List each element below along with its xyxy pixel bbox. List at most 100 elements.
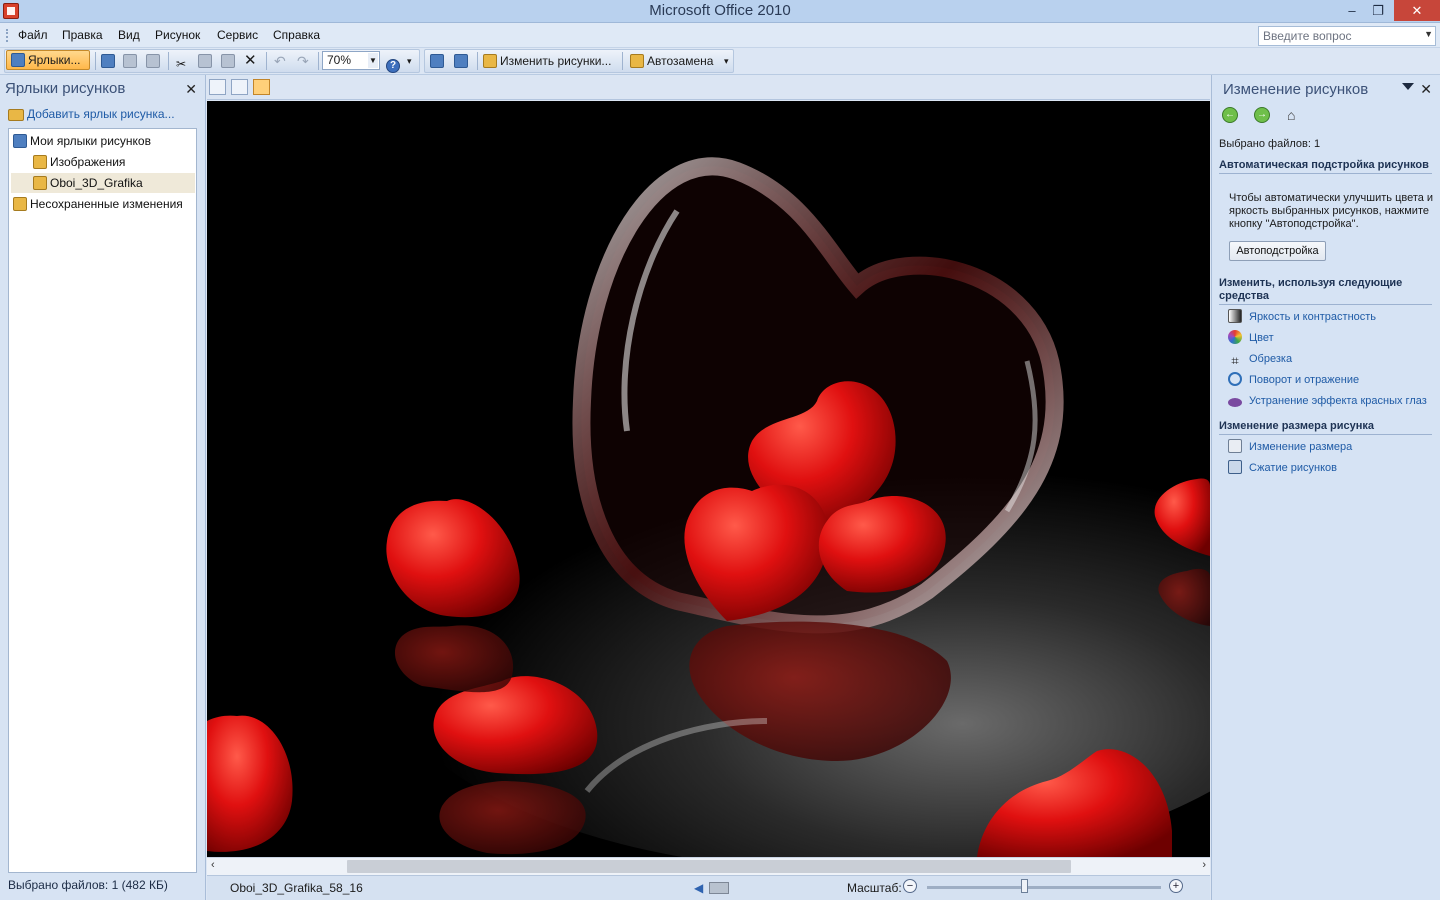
autocorrect-run-button[interactable]: Автоподстройка xyxy=(1229,241,1326,261)
tree-item-label: Мои ярлыки рисунков xyxy=(30,134,151,148)
paste-button[interactable] xyxy=(221,51,238,71)
rotate-flip-link[interactable]: Поворот и отражение xyxy=(1228,372,1359,388)
close-icon[interactable]: ✕ xyxy=(185,81,197,98)
zoom-out-icon[interactable]: − xyxy=(903,879,917,893)
picture-shortcuts-pane: Ярлыки рисунков ✕ Добавить ярлык рисунка… xyxy=(0,75,206,900)
question-input[interactable]: Введите вопрос ▼ xyxy=(1258,26,1436,46)
filmstrip-view-button[interactable] xyxy=(231,79,248,95)
question-placeholder: Введите вопрос xyxy=(1263,29,1352,43)
menu-bar: Файл Правка Вид Рисунок Сервис Справка xyxy=(0,23,1440,48)
mail-icon xyxy=(146,54,160,68)
horizontal-scrollbar[interactable]: ‹ › xyxy=(207,857,1210,875)
menu-view[interactable]: Вид xyxy=(118,28,140,42)
menu-help[interactable]: Справка xyxy=(273,28,320,42)
zoom-combo[interactable]: 70% ▼ xyxy=(322,51,380,70)
pane-title: Ярлыки рисунков xyxy=(5,80,126,97)
chevron-down-icon[interactable]: ▼ xyxy=(1424,29,1433,39)
paste-icon xyxy=(221,54,235,68)
crop-link[interactable]: ⌗ Обрезка xyxy=(1228,351,1292,368)
picture-canvas[interactable] xyxy=(207,101,1210,857)
toolbar-options-button[interactable]: ▾ xyxy=(407,51,412,71)
window-title: Microsoft Office 2010 xyxy=(649,2,791,19)
single-view-button[interactable] xyxy=(253,79,270,95)
redo-button[interactable]: ↷ xyxy=(297,51,309,71)
menu-picture[interactable]: Рисунок xyxy=(155,28,200,42)
resize-link[interactable]: Изменение размера xyxy=(1228,439,1352,455)
undo-button[interactable]: ↶ xyxy=(274,51,286,71)
tree-item-unsaved[interactable]: Несохраненные изменения xyxy=(13,194,195,214)
rotate-right-button[interactable] xyxy=(454,51,471,71)
scroll-right-icon[interactable]: › xyxy=(1202,859,1206,871)
link-label: Устранение эффекта красных глаз xyxy=(1249,395,1427,407)
rotate-icon xyxy=(1228,372,1242,386)
tree-item-oboi[interactable]: Oboi_3D_Grafika xyxy=(11,173,195,193)
minimize-button[interactable]: ‒ xyxy=(1338,0,1366,21)
tree-item-images[interactable]: Изображения xyxy=(33,152,195,172)
red-eye-link[interactable]: Устранение эффекта красных глаз xyxy=(1228,393,1427,409)
back-icon[interactable]: ← xyxy=(1222,107,1238,123)
edit-pictures-button[interactable]: Изменить рисунки... xyxy=(483,51,611,71)
save-icon xyxy=(101,54,115,68)
chevron-down-icon[interactable]: ▼ xyxy=(368,53,378,68)
save-button[interactable] xyxy=(101,51,118,71)
auto-correct-description: Чтобы автоматически улучшить цвета и ярк… xyxy=(1229,192,1434,230)
compress-link[interactable]: Сжатие рисунков xyxy=(1228,460,1337,476)
menu-edit[interactable]: Правка xyxy=(62,28,103,42)
shortcuts-button[interactable]: Ярлыки... xyxy=(6,50,90,70)
scroll-thumb[interactable] xyxy=(347,860,1071,873)
shortcuts-tree: Мои ярлыки рисунков Изображения Oboi_3D_… xyxy=(8,128,197,873)
email-button[interactable] xyxy=(146,51,163,71)
view-bar xyxy=(207,75,1210,100)
add-shortcut-link[interactable]: Добавить ярлык рисунка... xyxy=(8,107,175,121)
resize-icon xyxy=(1228,439,1242,453)
cut-button[interactable]: ✂ xyxy=(176,51,193,71)
thumbnail-view-button[interactable] xyxy=(209,79,226,95)
menu-tools[interactable]: Сервис xyxy=(217,28,258,42)
separator xyxy=(168,52,169,70)
tree-item-my-shortcuts[interactable]: Мои ярлыки рисунков xyxy=(13,131,195,151)
selected-files-count: Выбрано файлов: 1 xyxy=(1219,138,1321,150)
compress-icon xyxy=(1228,460,1242,474)
delete-button[interactable]: ✕ xyxy=(244,51,257,71)
rotate-right-icon xyxy=(454,54,468,68)
home-icon[interactable]: ⌂ xyxy=(1287,107,1303,123)
tree-item-label: Oboi_3D_Grafika xyxy=(50,176,143,190)
zoom-in-icon[interactable]: + xyxy=(1169,879,1183,893)
close-button[interactable]: ✕ xyxy=(1394,0,1440,21)
link-label: Сжатие рисунков xyxy=(1249,462,1338,474)
zoom-slider-thumb[interactable] xyxy=(1021,879,1029,893)
section-resize: Изменение размера рисунка xyxy=(1219,420,1432,435)
autocorrect-label: Автозамена xyxy=(647,54,714,68)
unsaved-icon xyxy=(13,197,27,211)
restore-button[interactable]: ❐ xyxy=(1364,0,1392,21)
shortcuts-label: Ярлыки... xyxy=(28,53,81,67)
menu-grip[interactable] xyxy=(6,29,8,42)
add-folder-icon xyxy=(8,109,24,121)
section-edit-tools: Изменить, используя следующие средства xyxy=(1219,277,1432,305)
scissors-icon: ✂ xyxy=(176,57,187,71)
copy-button[interactable] xyxy=(198,51,215,71)
section-auto-correct: Автоматическая подстройка рисунков xyxy=(1219,159,1432,174)
picture-shortcuts-icon xyxy=(11,53,25,67)
separator xyxy=(477,52,478,70)
color-link[interactable]: Цвет xyxy=(1228,330,1274,346)
scroll-left-icon[interactable]: ‹ xyxy=(211,859,215,871)
tree-item-label: Изображения xyxy=(50,155,126,169)
close-icon[interactable]: ✕ xyxy=(1420,81,1432,98)
chevron-down-icon[interactable] xyxy=(1402,83,1414,90)
forward-icon[interactable]: → xyxy=(1254,107,1270,123)
print-button[interactable] xyxy=(123,51,140,71)
slideshow-icon[interactable] xyxy=(709,882,729,894)
previous-picture-icon[interactable]: ◀ xyxy=(694,881,703,895)
rotate-left-button[interactable] xyxy=(430,51,447,71)
zoom-slider[interactable] xyxy=(927,886,1161,889)
autocorrect-button[interactable]: Автозамена xyxy=(630,51,713,71)
chevron-down-icon: ▾ xyxy=(724,56,729,66)
menu-file[interactable]: Файл xyxy=(18,28,48,42)
delete-icon: ✕ xyxy=(244,52,257,69)
help-button[interactable]: ? xyxy=(386,51,403,73)
brightness-contrast-link[interactable]: Яркость и контрастность xyxy=(1228,309,1376,325)
toolbar-options-button[interactable]: ▾ xyxy=(724,51,729,71)
zoom-value: 70% xyxy=(327,53,352,67)
picture-image xyxy=(207,101,1210,857)
